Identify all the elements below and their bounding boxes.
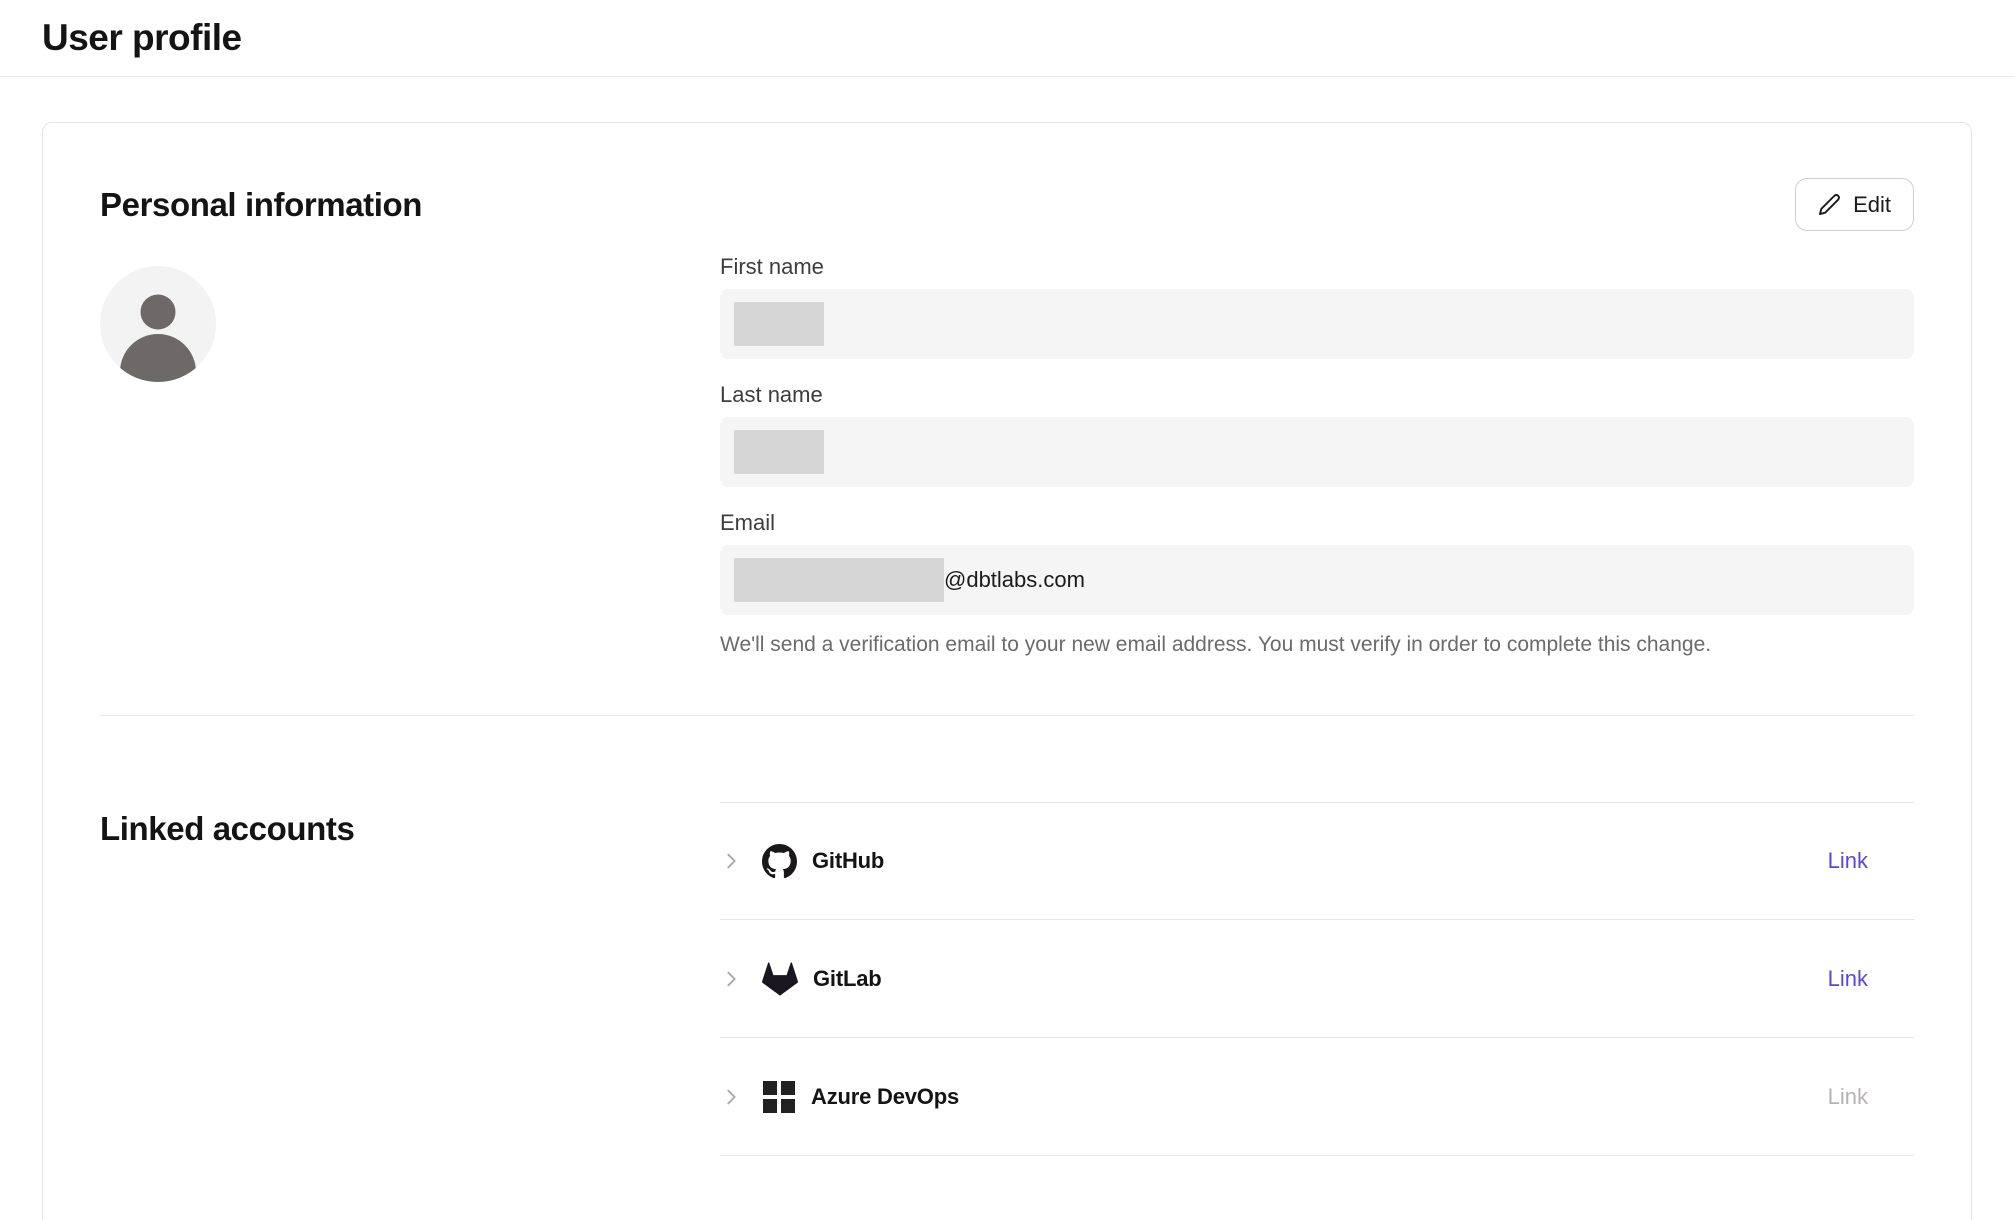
account-name: GitLab xyxy=(813,966,881,992)
linked-accounts-list: GitHub Link GitLab Link xyxy=(720,802,1914,1156)
chevron-right-icon[interactable] xyxy=(720,850,742,872)
profile-card: Personal information Edit xyxy=(42,122,1972,1220)
linked-accounts-section: Linked accounts GitHub Link xyxy=(100,716,1914,1156)
email-input: @dbtlabs.com xyxy=(720,545,1914,615)
redacted-value xyxy=(734,430,824,474)
chevron-right-icon[interactable] xyxy=(720,1086,742,1108)
last-name-label: Last name xyxy=(720,381,1914,409)
personal-info-header: Personal information Edit xyxy=(100,178,1914,231)
first-name-field-block: First name xyxy=(720,253,1914,359)
person-icon xyxy=(100,266,216,382)
page-header: User profile xyxy=(0,0,2014,77)
account-name: Azure DevOps xyxy=(811,1084,959,1110)
email-helper-text: We'll send a verification email to your … xyxy=(720,633,1914,657)
email-label: Email xyxy=(720,509,1914,537)
linked-account-row-gitlab[interactable]: GitLab Link xyxy=(720,920,1914,1038)
github-icon xyxy=(762,844,797,879)
redacted-value xyxy=(734,302,824,346)
github-link-action[interactable]: Link xyxy=(1828,848,1868,874)
email-field-block: Email @dbtlabs.com We'll send a verifica… xyxy=(720,509,1914,657)
avatar xyxy=(100,253,720,657)
linked-account-row-github[interactable]: GitHub Link xyxy=(720,802,1914,920)
edit-button[interactable]: Edit xyxy=(1795,178,1914,231)
first-name-input xyxy=(720,289,1914,359)
personal-fields: First name Last name Email @dbtlabs.com … xyxy=(720,253,1914,657)
gitlab-icon xyxy=(762,961,798,997)
first-name-label: First name xyxy=(720,253,1914,281)
azure-devops-icon xyxy=(762,1080,796,1114)
linked-account-row-azure-devops[interactable]: Azure DevOps Link xyxy=(720,1038,1914,1156)
chevron-right-icon[interactable] xyxy=(720,968,742,990)
personal-info-heading: Personal information xyxy=(100,186,422,224)
last-name-field-block: Last name xyxy=(720,381,1914,487)
page-title: User profile xyxy=(42,17,242,59)
email-domain-text: @dbtlabs.com xyxy=(944,567,1085,593)
gitlab-link-action[interactable]: Link xyxy=(1828,966,1868,992)
account-name: GitHub xyxy=(812,848,884,874)
linked-accounts-heading: Linked accounts xyxy=(100,810,720,1156)
edit-button-label: Edit xyxy=(1853,192,1891,218)
pencil-icon xyxy=(1818,193,1841,216)
personal-info-body: First name Last name Email @dbtlabs.com … xyxy=(100,253,1914,657)
redacted-value xyxy=(734,558,944,602)
last-name-input xyxy=(720,417,1914,487)
azure-devops-link-action: Link xyxy=(1828,1084,1868,1110)
